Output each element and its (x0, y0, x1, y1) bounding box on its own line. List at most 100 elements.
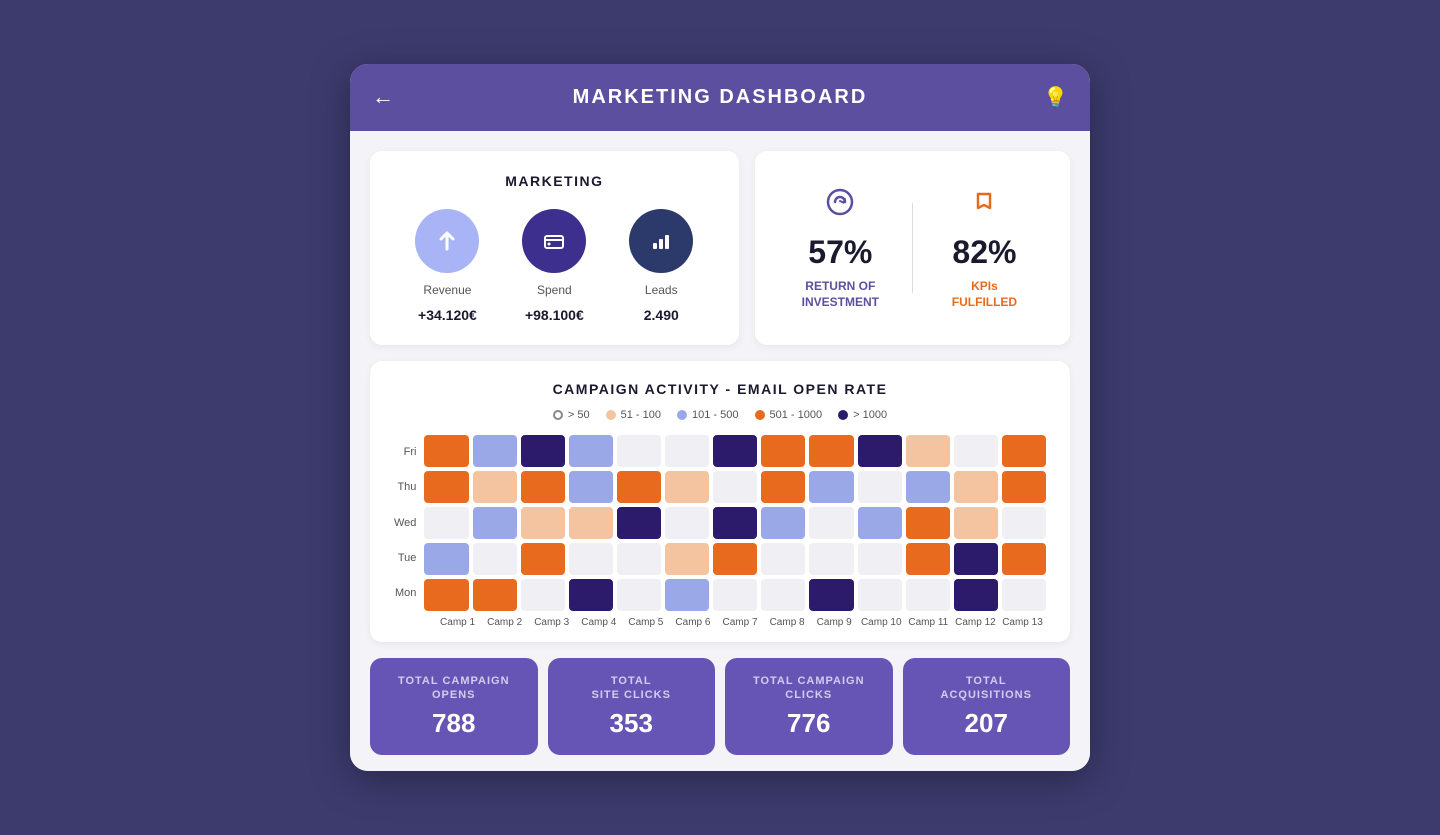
col-label: Camp 4 (575, 617, 622, 628)
legend-label-2: 101 - 500 (692, 409, 738, 421)
spend-circle (522, 209, 586, 273)
legend-empty: > 50 (553, 409, 590, 421)
stat-card-campaign-opens: TOTAL CAMPAIGNOPENS 788 (370, 658, 538, 756)
revenue-label: Revenue (423, 283, 471, 297)
heatmap-cell (1002, 543, 1046, 575)
heatmap-cell (473, 471, 517, 503)
back-button[interactable]: ← (372, 84, 394, 110)
heatmap-cell (569, 507, 613, 539)
heatmap-cell (1002, 471, 1046, 503)
leads-label: Leads (645, 283, 678, 297)
heatmap-cell (858, 507, 902, 539)
kpis-label: KPIsFULFILLED (952, 279, 1017, 310)
col-label: Camp 7 (716, 617, 763, 628)
heatmap-cell (954, 507, 998, 539)
heatmap-cell (954, 471, 998, 503)
heatmap-cell (713, 471, 757, 503)
heatmap-cell (906, 579, 950, 611)
legend-darkpurple: > 1000 (838, 409, 887, 421)
heatmap-row-thu (424, 471, 1046, 503)
metric-spend: Spend +98.100€ (522, 209, 586, 323)
legend-label-0: > 50 (568, 409, 590, 421)
roi-section: 57% RETURN OFINVESTMENT (779, 185, 902, 310)
metrics-row: Revenue +34.120€ Spend +98.100€ (394, 209, 715, 323)
row-label-mon: Mon (394, 577, 416, 609)
heatmap-cell (713, 579, 757, 611)
metric-revenue: Revenue +34.120€ (415, 209, 479, 323)
kpis-percent: 82% (952, 234, 1016, 271)
col-label: Camp 13 (999, 617, 1046, 628)
heatmap-cell (906, 507, 950, 539)
heatmap-cell (809, 543, 853, 575)
legend-lilac: 101 - 500 (677, 409, 738, 421)
heatmap-cell (809, 435, 853, 467)
col-label: Camp 8 (764, 617, 811, 628)
dashboard-title: MARKETING DASHBOARD (573, 86, 868, 109)
legend-label-3: 501 - 1000 (770, 409, 823, 421)
col-label: Camp 9 (811, 617, 858, 628)
heatmap-cell (617, 471, 661, 503)
heatmap-cell (665, 507, 709, 539)
stat-card-acquisitions: TOTALACQUISITIONS 207 (903, 658, 1071, 756)
legend-label-4: > 1000 (853, 409, 887, 421)
legend-dot-orange (755, 410, 765, 420)
spend-value: +98.100€ (525, 307, 584, 323)
top-row: MARKETING Revenue +34.120€ (370, 151, 1070, 345)
marketing-card-title: MARKETING (394, 173, 715, 189)
legend-row: > 50 51 - 100 101 - 500 501 - 1000 > 100… (394, 409, 1046, 421)
heatmap-cell (473, 507, 517, 539)
kpis-section: 82% KPIsFULFILLED (923, 185, 1046, 310)
heatmap-cell (761, 507, 805, 539)
col-label: Camp 3 (528, 617, 575, 628)
heatmap-cell (473, 579, 517, 611)
kpi-card: 57% RETURN OFINVESTMENT 82% KPIsFULFILLE… (755, 151, 1070, 345)
heatmap-cell (521, 435, 565, 467)
heatmap-cell (761, 435, 805, 467)
heatmap-cell (858, 579, 902, 611)
heatmap-cell (761, 579, 805, 611)
dashboard-body: MARKETING Revenue +34.120€ (350, 131, 1090, 772)
row-label-thu: Thu (394, 471, 416, 503)
heatmap-cell (521, 471, 565, 503)
heatmap-cell (858, 543, 902, 575)
revenue-circle (415, 209, 479, 273)
campaign-opens-title: TOTAL CAMPAIGNOPENS (398, 674, 510, 703)
campaign-title: CAMPAIGN ACTIVITY - EMAIL OPEN RATE (394, 381, 1046, 397)
kpi-divider (912, 203, 913, 293)
heatmap-cell (713, 435, 757, 467)
campaign-opens-value: 788 (432, 708, 475, 739)
heatmap-cell (569, 543, 613, 575)
heatmap-grid: Fri Thu Wed Tue Mon (394, 435, 1046, 611)
col-labels: Camp 1Camp 2Camp 3Camp 4Camp 5Camp 6Camp… (394, 617, 1046, 628)
col-label: Camp 12 (952, 617, 999, 628)
heatmap-area: Fri Thu Wed Tue Mon Camp 1Camp 2Camp 3Ca… (394, 435, 1046, 628)
heatmap-cell (906, 435, 950, 467)
campaign-clicks-title: TOTAL CAMPAIGNCLICKS (753, 674, 865, 703)
heatmap-cell (617, 543, 661, 575)
heatmap-cell (473, 435, 517, 467)
col-label: Camp 2 (481, 617, 528, 628)
stat-card-campaign-clicks: TOTAL CAMPAIGNCLICKS 776 (725, 658, 893, 756)
legend-label-1: 51 - 100 (621, 409, 661, 421)
heatmap-row-wed (424, 507, 1046, 539)
spend-label: Spend (537, 283, 572, 297)
col-label: Camp 6 (669, 617, 716, 628)
heatmap-cell (665, 543, 709, 575)
heatmap-cell (665, 435, 709, 467)
roi-icon (823, 185, 857, 226)
roi-percent: 57% (808, 234, 872, 271)
heatmap-cell (521, 543, 565, 575)
heatmap-cell (954, 435, 998, 467)
site-clicks-value: 353 (610, 708, 653, 739)
roi-label: RETURN OFINVESTMENT (802, 279, 879, 310)
acquisitions-value: 207 (965, 708, 1008, 739)
heatmap-cell (665, 579, 709, 611)
heatmap-cell (858, 471, 902, 503)
bottom-stats: TOTAL CAMPAIGNOPENS 788 TOTALSITE CLICKS… (370, 658, 1070, 772)
heatmap-cell (906, 471, 950, 503)
heatmap-cell (424, 507, 468, 539)
leads-circle (629, 209, 693, 273)
heatmap-cell (858, 435, 902, 467)
heatmap-cell (569, 471, 613, 503)
col-label: Camp 5 (622, 617, 669, 628)
